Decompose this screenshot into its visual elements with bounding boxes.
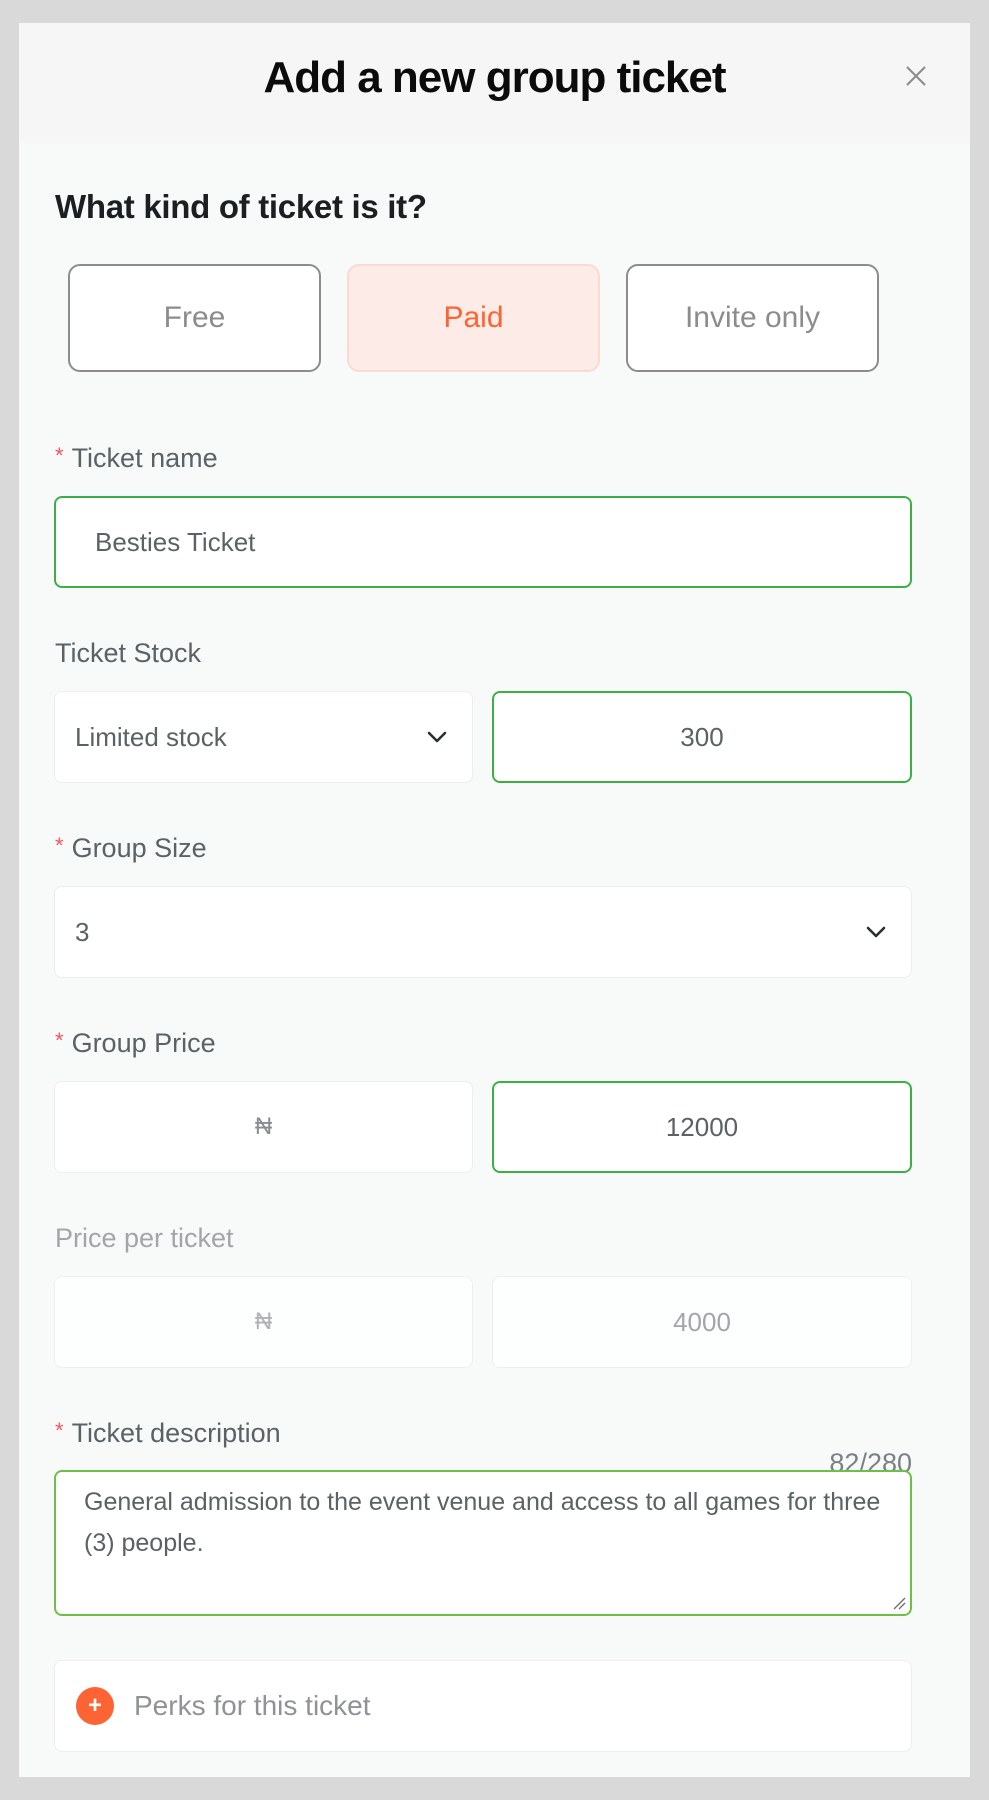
group-price-currency-field[interactable]: ₦: [54, 1081, 473, 1173]
perks-label: Perks for this ticket: [134, 1690, 371, 1721]
ticket-stock-quantity-input[interactable]: 300: [492, 691, 912, 783]
price-per-ticket-amount-field: 4000: [492, 1276, 912, 1368]
ticket-description-label-text: Ticket description: [71, 1418, 281, 1448]
required-marker: *: [55, 443, 64, 468]
plus-icon: +: [76, 1687, 114, 1725]
ticket-type-free-button[interactable]: Free: [68, 264, 321, 372]
add-group-ticket-modal: Add a new group ticket What kind of tick…: [19, 23, 970, 1777]
close-button[interactable]: [903, 63, 929, 89]
required-marker: *: [55, 833, 64, 858]
ticket-stock-quantity-value: 300: [680, 721, 724, 752]
ticket-description-textarea[interactable]: General admission to the event venue and…: [54, 1470, 912, 1616]
ticket-name-value: Besties Ticket: [95, 526, 256, 557]
ticket-stock-select-value: Limited stock: [75, 721, 227, 752]
ticket-type-invite-only-label: Invite only: [684, 301, 821, 334]
modal-title: Add a new group ticket: [263, 53, 726, 102]
ticket-stock-label: Ticket Stock: [55, 638, 202, 668]
naira-currency-icon: ₦: [254, 1308, 273, 1335]
required-marker: *: [55, 1028, 64, 1053]
group-size-label-text: Group Size: [71, 833, 207, 863]
required-marker: *: [55, 1418, 64, 1443]
group-price-amount-input[interactable]: 12000: [492, 1081, 912, 1173]
resize-handle-icon[interactable]: [892, 1596, 906, 1610]
price-per-ticket-currency-field: ₦: [54, 1276, 473, 1368]
ticket-type-invite-only-button[interactable]: Invite only: [626, 264, 879, 372]
add-perks-button[interactable]: + Perks for this ticket: [54, 1660, 912, 1752]
ticket-name-input[interactable]: Besties Ticket: [54, 496, 912, 588]
modal-header: Add a new group ticket: [19, 23, 970, 143]
ticket-description-label: * Ticket description: [55, 1418, 281, 1449]
group-price-amount-value: 12000: [665, 1111, 739, 1142]
ticket-type-free-label: Free: [163, 301, 226, 334]
chevron-down-icon: [866, 926, 886, 938]
ticket-stock-select[interactable]: Limited stock: [54, 691, 473, 783]
group-size-select-value: 3: [75, 916, 90, 947]
ticket-description-value: General admission to the event venue and…: [84, 1488, 881, 1557]
group-price-label: * Group Price: [55, 1028, 216, 1059]
chevron-down-icon: [427, 731, 447, 743]
close-icon: [906, 66, 926, 86]
ticket-type-paid-button[interactable]: Paid: [347, 264, 600, 372]
group-size-select[interactable]: 3: [54, 886, 912, 978]
ticket-type-paid-label: Paid: [443, 301, 504, 334]
ticket-type-question: What kind of ticket is it?: [55, 188, 427, 225]
group-size-label: * Group Size: [55, 833, 207, 864]
price-per-ticket-amount-value: 4000: [673, 1306, 731, 1337]
ticket-name-label: * Ticket name: [55, 443, 218, 474]
group-price-label-text: Group Price: [71, 1028, 216, 1058]
ticket-name-label-text: Ticket name: [71, 443, 218, 473]
price-per-ticket-label: Price per ticket: [55, 1223, 234, 1253]
naira-currency-icon: ₦: [254, 1113, 273, 1140]
